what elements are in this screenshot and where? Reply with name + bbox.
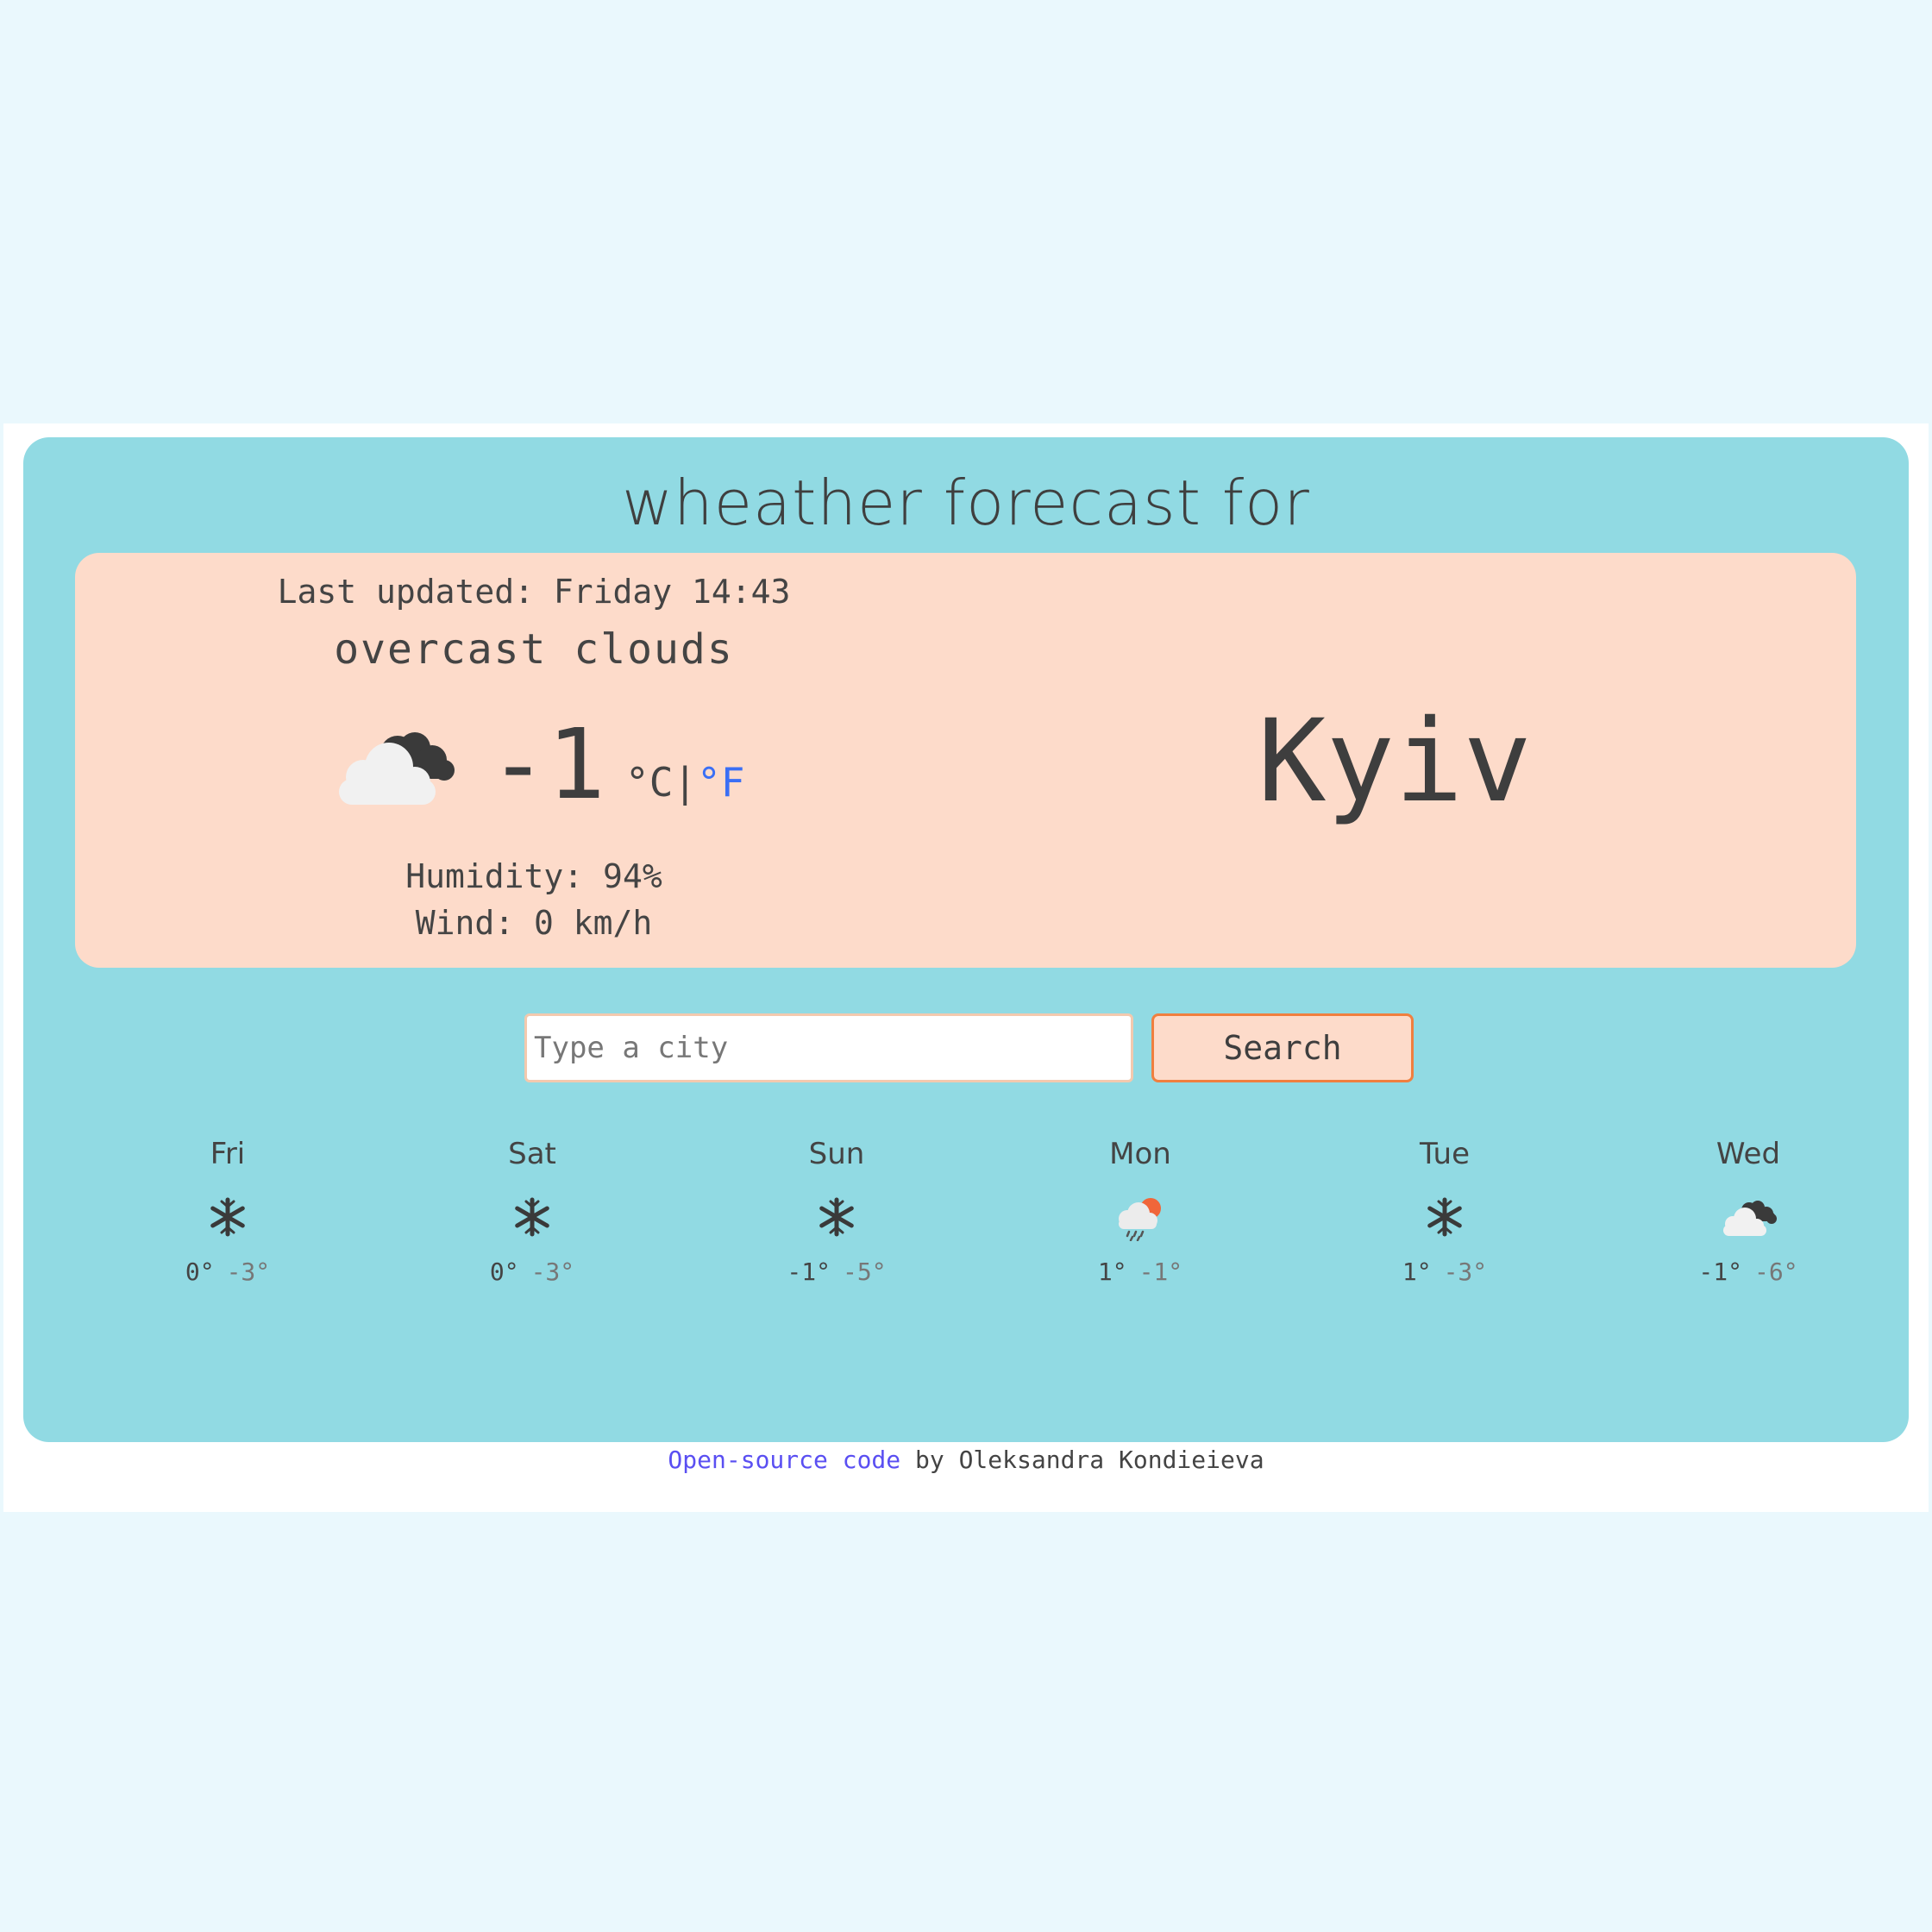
forecast-temps: -1° -5° bbox=[742, 1260, 932, 1284]
wind: Wind: 0 km/h bbox=[415, 904, 653, 942]
weather-app: wheather forecast for Last updated: Frid… bbox=[23, 437, 1909, 1442]
forecast-day: Tue 1° -3° bbox=[1350, 1139, 1540, 1284]
unit-separator: | bbox=[673, 759, 698, 806]
unit-celsius[interactable]: °C bbox=[625, 759, 673, 806]
forecast-day-name: Sun bbox=[808, 1137, 865, 1171]
unit-switch: °C|°F bbox=[625, 762, 744, 802]
forecast-min: -3° bbox=[1443, 1258, 1488, 1286]
forecast-max: -1° bbox=[787, 1258, 831, 1286]
forecast-min: -3° bbox=[530, 1258, 575, 1286]
forecast-min: -1° bbox=[1138, 1258, 1183, 1286]
broken-clouds-icon bbox=[1723, 1201, 1777, 1236]
forecast-min: -6° bbox=[1754, 1258, 1798, 1286]
forecast-max: 0° bbox=[185, 1258, 215, 1286]
forecast-day: Wed -1° -6° bbox=[1653, 1139, 1843, 1284]
forecast-min: -5° bbox=[843, 1258, 887, 1286]
forecast-temps: 0° -3° bbox=[437, 1260, 627, 1284]
forecast-max: 1° bbox=[1097, 1258, 1127, 1286]
forecast-temps: 0° -3° bbox=[133, 1260, 323, 1284]
forecast: Fri 0° -3° Sat 0° -3° Sun -1° -5° Mon 1°… bbox=[23, 1139, 1909, 1312]
forecast-day-name: Wed bbox=[1716, 1137, 1781, 1171]
page-container: wheather forecast for Last updated: Frid… bbox=[3, 423, 1929, 1512]
footer: Open-source code by Oleksandra Kondieiev… bbox=[3, 1446, 1929, 1475]
forecast-day-name: Tue bbox=[1419, 1137, 1471, 1171]
forecast-min: -3° bbox=[226, 1258, 271, 1286]
forecast-temps: 1° -1° bbox=[1045, 1260, 1235, 1284]
rain-sun-icon bbox=[1119, 1198, 1161, 1241]
snow-icon bbox=[515, 1197, 549, 1237]
forecast-day-name: Mon bbox=[1109, 1137, 1171, 1171]
snow-icon bbox=[819, 1197, 854, 1237]
forecast-day: Sat 0° -3° bbox=[437, 1139, 627, 1284]
forecast-day: Sun -1° -5° bbox=[742, 1139, 932, 1284]
forecast-day-name: Sat bbox=[508, 1137, 556, 1171]
search-form: Search bbox=[23, 1013, 1909, 1086]
last-updated: Last updated: Friday 14:43 bbox=[277, 573, 791, 611]
weather-description: overcast clouds bbox=[334, 625, 734, 674]
forecast-day: Mon 1° -1° bbox=[1045, 1139, 1235, 1284]
city-search-input[interactable] bbox=[524, 1013, 1133, 1082]
forecast-day-name: Fri bbox=[210, 1137, 246, 1171]
snow-icon bbox=[210, 1197, 245, 1237]
unit-fahrenheit-link[interactable]: °F bbox=[697, 759, 744, 806]
forecast-temps: 1° -3° bbox=[1350, 1260, 1540, 1284]
forecast-max: 0° bbox=[489, 1258, 519, 1286]
snow-icon bbox=[1427, 1197, 1462, 1237]
search-button[interactable]: Search bbox=[1151, 1013, 1414, 1082]
forecast-max: -1° bbox=[1698, 1258, 1742, 1286]
current-weather-card: Last updated: Friday 14:43 overcast clou… bbox=[75, 553, 1856, 968]
app-title: wheather forecast for bbox=[622, 467, 1310, 539]
open-source-link[interactable]: Open-source code bbox=[668, 1446, 900, 1474]
forecast-max: 1° bbox=[1402, 1258, 1432, 1286]
footer-author: by Oleksandra Kondieieva bbox=[900, 1446, 1264, 1474]
city-name: Kyiv bbox=[1258, 695, 1532, 828]
forecast-temps: -1° -6° bbox=[1653, 1260, 1843, 1284]
forecast-day: Fri 0° -3° bbox=[133, 1139, 323, 1284]
broken-clouds-icon bbox=[339, 732, 455, 805]
humidity: Humidity: 94% bbox=[405, 857, 662, 895]
current-temperature: -1 bbox=[489, 709, 605, 821]
